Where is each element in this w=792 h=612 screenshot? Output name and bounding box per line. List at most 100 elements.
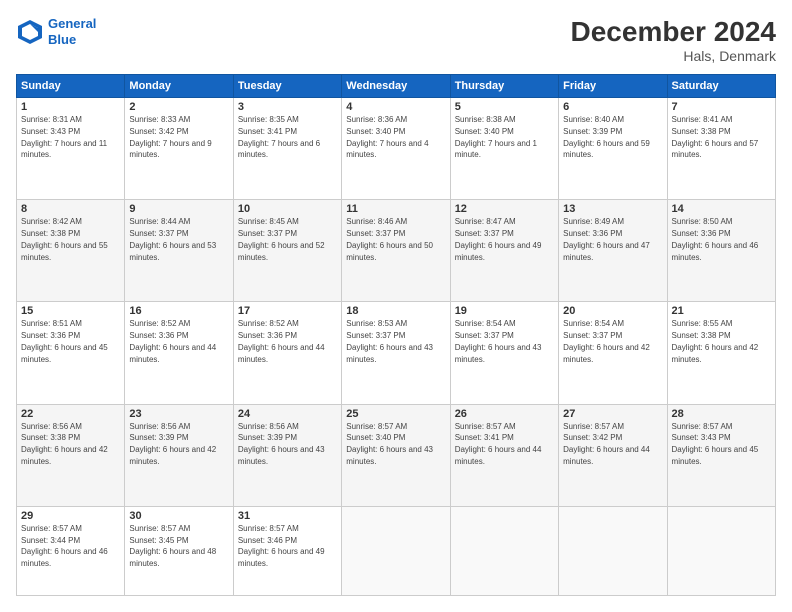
day-number: 12 — [455, 203, 554, 215]
day-number: 8 — [21, 203, 120, 215]
logo-text: General Blue — [48, 16, 96, 47]
calendar-cell — [667, 506, 775, 595]
day-number: 25 — [346, 408, 445, 420]
day-detail: Sunrise: 8:38 AMSunset: 3:40 PMDaylight:… — [455, 115, 537, 159]
day-detail: Sunrise: 8:36 AMSunset: 3:40 PMDaylight:… — [346, 115, 428, 159]
calendar-cell — [342, 506, 450, 595]
day-detail: Sunrise: 8:33 AMSunset: 3:42 PMDaylight:… — [129, 115, 211, 159]
weekday-header-saturday: Saturday — [667, 75, 775, 98]
calendar-cell: 11 Sunrise: 8:46 AMSunset: 3:37 PMDayligh… — [342, 200, 450, 302]
day-number: 1 — [21, 101, 120, 113]
calendar-cell: 27 Sunrise: 8:57 AMSunset: 3:42 PMDayligh… — [559, 404, 667, 506]
title-block: December 2024 Hals, Denmark — [571, 16, 776, 64]
calendar-cell: 23 Sunrise: 8:56 AMSunset: 3:39 PMDayligh… — [125, 404, 233, 506]
day-detail: Sunrise: 8:55 AMSunset: 3:38 PMDaylight:… — [672, 319, 759, 363]
day-detail: Sunrise: 8:41 AMSunset: 3:38 PMDaylight:… — [672, 115, 759, 159]
day-number: 3 — [238, 101, 337, 113]
day-detail: Sunrise: 8:50 AMSunset: 3:36 PMDaylight:… — [672, 217, 759, 261]
calendar-cell: 17Sunrise: 8:52 AMSunset: 3:36 PMDayligh… — [233, 302, 341, 404]
logo: General Blue — [16, 16, 96, 47]
day-detail: Sunrise: 8:57 AMSunset: 3:44 PMDaylight:… — [21, 524, 108, 568]
day-detail: Sunrise: 8:31 AMSunset: 3:43 PMDaylight:… — [21, 115, 107, 159]
day-number: 9 — [129, 203, 228, 215]
calendar-cell: 1 Sunrise: 8:31 AMSunset: 3:43 PMDaylight… — [17, 98, 125, 200]
day-number: 6 — [563, 101, 662, 113]
calendar-cell: 22Sunrise: 8:56 AMSunset: 3:38 PMDayligh… — [17, 404, 125, 506]
calendar-week-row: 1 Sunrise: 8:31 AMSunset: 3:43 PMDaylight… — [17, 98, 776, 200]
day-number: 30 — [129, 510, 228, 522]
calendar-cell: 4 Sunrise: 8:36 AMSunset: 3:40 PMDaylight… — [342, 98, 450, 200]
day-detail: Sunrise: 8:49 AMSunset: 3:36 PMDaylight:… — [563, 217, 650, 261]
day-detail: Sunrise: 8:56 AMSunset: 3:39 PMDaylight:… — [238, 422, 325, 466]
day-number: 23 — [129, 408, 228, 420]
day-detail: Sunrise: 8:40 AMSunset: 3:39 PMDaylight:… — [563, 115, 650, 159]
calendar-cell: 29 Sunrise: 8:57 AMSunset: 3:44 PMDayligh… — [17, 506, 125, 595]
page: General Blue December 2024 Hals, Denmark… — [0, 0, 792, 612]
day-detail: Sunrise: 8:52 AMSunset: 3:36 PMDaylight:… — [129, 319, 216, 363]
weekday-header-thursday: Thursday — [450, 75, 558, 98]
day-detail: Sunrise: 8:57 AMSunset: 3:41 PMDaylight:… — [455, 422, 542, 466]
calendar-header-row: SundayMondayTuesdayWednesdayThursdayFrid… — [17, 75, 776, 98]
day-detail: Sunrise: 8:57 AMSunset: 3:45 PMDaylight:… — [129, 524, 216, 568]
calendar-cell: 25 Sunrise: 8:57 AMSunset: 3:40 PMDayligh… — [342, 404, 450, 506]
calendar-body: 1 Sunrise: 8:31 AMSunset: 3:43 PMDaylight… — [17, 98, 776, 596]
day-detail: Sunrise: 8:54 AMSunset: 3:37 PMDaylight:… — [563, 319, 650, 363]
calendar-table: SundayMondayTuesdayWednesdayThursdayFrid… — [16, 74, 776, 596]
calendar-cell: 2Sunrise: 8:33 AMSunset: 3:42 PMDaylight… — [125, 98, 233, 200]
day-number: 19 — [455, 305, 554, 317]
day-number: 27 — [563, 408, 662, 420]
day-detail: Sunrise: 8:53 AMSunset: 3:37 PMDaylight:… — [346, 319, 433, 363]
day-detail: Sunrise: 8:44 AMSunset: 3:37 PMDaylight:… — [129, 217, 216, 261]
day-number: 13 — [563, 203, 662, 215]
weekday-header-monday: Monday — [125, 75, 233, 98]
day-number: 29 — [21, 510, 120, 522]
weekday-header-tuesday: Tuesday — [233, 75, 341, 98]
calendar-cell: 31Sunrise: 8:57 AMSunset: 3:46 PMDayligh… — [233, 506, 341, 595]
calendar-week-row: 15 Sunrise: 8:51 AMSunset: 3:36 PMDayligh… — [17, 302, 776, 404]
day-detail: Sunrise: 8:56 AMSunset: 3:39 PMDaylight:… — [129, 422, 216, 466]
day-number: 10 — [238, 203, 337, 215]
calendar-cell: 15 Sunrise: 8:51 AMSunset: 3:36 PMDayligh… — [17, 302, 125, 404]
day-number: 14 — [672, 203, 771, 215]
calendar-week-row: 8Sunrise: 8:42 AMSunset: 3:38 PMDaylight… — [17, 200, 776, 302]
day-number: 15 — [21, 305, 120, 317]
logo-icon — [16, 18, 44, 46]
calendar-cell: 6 Sunrise: 8:40 AMSunset: 3:39 PMDaylight… — [559, 98, 667, 200]
calendar-cell: 20 Sunrise: 8:54 AMSunset: 3:37 PMDayligh… — [559, 302, 667, 404]
calendar-cell — [450, 506, 558, 595]
day-detail: Sunrise: 8:57 AMSunset: 3:42 PMDaylight:… — [563, 422, 650, 466]
day-number: 4 — [346, 101, 445, 113]
day-number: 7 — [672, 101, 771, 113]
day-detail: Sunrise: 8:57 AMSunset: 3:43 PMDaylight:… — [672, 422, 759, 466]
day-number: 5 — [455, 101, 554, 113]
day-detail: Sunrise: 8:45 AMSunset: 3:37 PMDaylight:… — [238, 217, 325, 261]
day-number: 16 — [129, 305, 228, 317]
calendar-cell: 7 Sunrise: 8:41 AMSunset: 3:38 PMDaylight… — [667, 98, 775, 200]
calendar-cell: 9 Sunrise: 8:44 AMSunset: 3:37 PMDaylight… — [125, 200, 233, 302]
calendar-cell — [559, 506, 667, 595]
weekday-header-sunday: Sunday — [17, 75, 125, 98]
calendar-cell: 8Sunrise: 8:42 AMSunset: 3:38 PMDaylight… — [17, 200, 125, 302]
day-detail: Sunrise: 8:57 AMSunset: 3:40 PMDaylight:… — [346, 422, 433, 466]
day-number: 17 — [238, 305, 337, 317]
day-detail: Sunrise: 8:47 AMSunset: 3:37 PMDaylight:… — [455, 217, 542, 261]
calendar-cell: 30 Sunrise: 8:57 AMSunset: 3:45 PMDayligh… — [125, 506, 233, 595]
day-detail: Sunrise: 8:57 AMSunset: 3:46 PMDaylight:… — [238, 524, 325, 568]
calendar-cell: 3 Sunrise: 8:35 AMSunset: 3:41 PMDaylight… — [233, 98, 341, 200]
main-title: December 2024 — [571, 16, 776, 48]
calendar-cell: 5 Sunrise: 8:38 AMSunset: 3:40 PMDaylight… — [450, 98, 558, 200]
calendar-cell: 18 Sunrise: 8:53 AMSunset: 3:37 PMDayligh… — [342, 302, 450, 404]
day-number: 11 — [346, 203, 445, 215]
header: General Blue December 2024 Hals, Denmark — [16, 16, 776, 64]
day-number: 28 — [672, 408, 771, 420]
day-detail: Sunrise: 8:56 AMSunset: 3:38 PMDaylight:… — [21, 422, 108, 466]
day-detail: Sunrise: 8:35 AMSunset: 3:41 PMDaylight:… — [238, 115, 320, 159]
day-number: 20 — [563, 305, 662, 317]
subtitle: Hals, Denmark — [571, 48, 776, 64]
calendar-cell: 28 Sunrise: 8:57 AMSunset: 3:43 PMDayligh… — [667, 404, 775, 506]
weekday-header-wednesday: Wednesday — [342, 75, 450, 98]
day-number: 18 — [346, 305, 445, 317]
day-detail: Sunrise: 8:51 AMSunset: 3:36 PMDaylight:… — [21, 319, 108, 363]
day-detail: Sunrise: 8:46 AMSunset: 3:37 PMDaylight:… — [346, 217, 433, 261]
day-number: 21 — [672, 305, 771, 317]
